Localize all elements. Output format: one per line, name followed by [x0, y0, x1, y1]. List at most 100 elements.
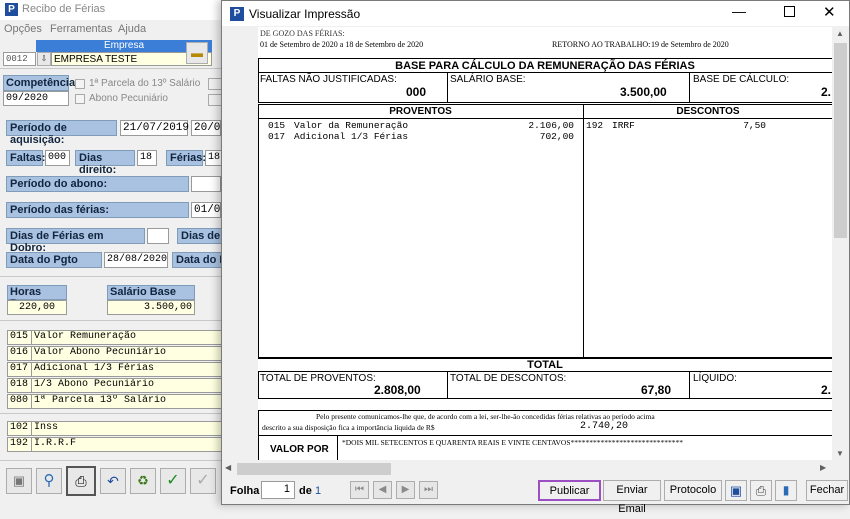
vertical-scrollbar[interactable]: ▲ ▼: [832, 27, 849, 461]
list-item[interactable]: 018 1/3 Abono Pecuniário: [7, 378, 223, 393]
faltas-label: Faltas:: [6, 150, 45, 166]
close-icon[interactable]: ✕: [823, 3, 836, 21]
horas-base-label: Horas Base: [7, 285, 67, 310]
dias-direito-field[interactable]: 18: [137, 150, 157, 166]
print-icon[interactable]: ⎙: [66, 466, 96, 496]
publicar-button[interactable]: Publicar: [538, 480, 601, 501]
scroll-left-icon[interactable]: ◀: [225, 463, 231, 472]
periodo-aquisicao-fim[interactable]: 20/07: [191, 120, 227, 136]
data-pgto-field[interactable]: 28/08/2020: [104, 252, 168, 268]
valor-por-label: VALOR POR: [270, 444, 329, 455]
valor-por-text: *DOIS MIL SETECENTOS E QUARENTA REAIS E …: [342, 438, 684, 447]
menu-ferramentas[interactable]: Ferramentas: [50, 23, 112, 35]
list-item[interactable]: 017 Adicional 1/3 Férias: [7, 362, 223, 377]
item-desc: 1ª Parcela 13º Salário: [32, 394, 223, 409]
periodo-abono-field[interactable]: [191, 176, 221, 192]
item-code: 192: [586, 120, 604, 131]
item-value: 702,00: [539, 131, 574, 142]
list-item: 192 IRRF 7,50: [586, 120, 766, 131]
search-icon[interactable]: ⚲: [36, 468, 62, 494]
total-prov-label: TOTAL DE PROVENTOS:: [260, 373, 376, 384]
list-item[interactable]: 080 1ª Parcela 13º Salário: [7, 394, 223, 409]
salario-base-field[interactable]: 3.500,00: [107, 300, 195, 315]
divider: [0, 460, 230, 461]
dias-dobro-field[interactable]: [147, 228, 169, 244]
first-page-icon[interactable]: ⏮: [350, 481, 369, 499]
retorno-value: 19 de Setembro de 2020: [651, 40, 729, 49]
scroll-down-icon[interactable]: ▼: [836, 449, 844, 458]
scroll-up-icon[interactable]: ▲: [836, 29, 844, 38]
empresa-code[interactable]: 0012: [3, 52, 36, 66]
item-desc: Valor da Remuneração: [294, 120, 409, 131]
prev-page-icon[interactable]: ◀: [373, 481, 392, 499]
checkbox-13-salario[interactable]: [75, 79, 85, 89]
list-item[interactable]: 192 I.R.R.F: [7, 437, 223, 452]
empresa-dropdown-icon[interactable]: ⇩: [37, 52, 51, 66]
item-code: 016: [7, 346, 32, 361]
list-item[interactable]: 016 Valor Abono Pecuniário: [7, 346, 223, 361]
open-folder-icon[interactable]: ▬: [186, 42, 208, 64]
hscroll-thumb[interactable]: [237, 463, 391, 475]
list-item: 017 Adicional 1/3 Férias 702,00: [268, 131, 578, 142]
faltas-label: FALTAS NÃO JUSTIFICADAS:: [260, 74, 397, 85]
proventos-title: PROVENTOS: [389, 106, 452, 117]
check-icon[interactable]: ✓: [190, 468, 216, 494]
save-icon[interactable]: ▣: [6, 468, 32, 494]
checkbox-abono[interactable]: [75, 94, 85, 104]
item-desc: IRRF: [612, 120, 635, 131]
save-icon[interactable]: ▣: [725, 480, 747, 501]
list-item[interactable]: 015 Valor Remuneração: [7, 330, 223, 345]
item-code: 102: [7, 421, 32, 436]
item-value: 7,50: [743, 120, 766, 131]
item-value: 2.106,00: [528, 120, 574, 131]
trash-icon[interactable]: ♻: [130, 468, 156, 494]
print-icon[interactable]: ⎙: [750, 480, 772, 501]
horizontal-scrollbar[interactable]: ◀ ▶: [222, 461, 832, 477]
competencia-label: Competência: [3, 75, 75, 91]
hline: [258, 435, 832, 436]
list-item: 015 Valor da Remuneração 2.106,00: [268, 120, 578, 131]
competencia-field[interactable]: 09/2020: [3, 91, 69, 106]
scroll-thumb[interactable]: [834, 43, 847, 238]
list-item[interactable]: 102 Inss: [7, 421, 223, 436]
enviar-email-button[interactable]: Enviar Email: [603, 480, 661, 515]
ferias-label: Férias:: [166, 150, 206, 166]
fechar-button[interactable]: Fechar: [806, 480, 848, 501]
confirm-icon[interactable]: ✓: [160, 468, 186, 494]
minimize-icon[interactable]: —: [732, 3, 746, 19]
liquido-value: 2.: [821, 383, 832, 397]
de-label: de: [299, 485, 312, 497]
item-desc: Valor Remuneração: [32, 330, 223, 345]
next-page-icon[interactable]: ▶: [396, 481, 415, 499]
total-prov-value: 2.808,00: [374, 383, 421, 397]
maximize-icon[interactable]: [784, 6, 795, 17]
page-input[interactable]: 1: [261, 481, 295, 499]
vline: [689, 72, 690, 103]
periodo-ferias-field[interactable]: 01/09: [191, 202, 227, 218]
preview-document: DE GOZO DAS FÉRIAS: 01 de Setembro de 20…: [258, 27, 832, 460]
checkbox-13-label: 1ª Parcela do 13º Salário: [89, 78, 201, 89]
horas-base-field[interactable]: 220,00: [7, 300, 67, 315]
protocolo-button[interactable]: Protocolo: [664, 480, 722, 501]
last-page-icon[interactable]: ⏭: [419, 481, 438, 499]
export-icon[interactable]: ▮: [775, 480, 797, 501]
faltas-field[interactable]: 000: [45, 150, 70, 166]
menu-opcoes[interactable]: Opções: [4, 23, 42, 35]
scroll-right-icon[interactable]: ▶: [820, 463, 826, 472]
fg-title: Visualizar Impressão: [249, 7, 361, 21]
base-calc-label: BASE DE CÁLCULO:: [693, 74, 790, 85]
data-pgto-label: Data do Pgto: [6, 252, 102, 268]
item-code: 018: [7, 378, 32, 393]
undo-icon[interactable]: ↶: [100, 468, 126, 494]
menu-ajuda[interactable]: Ajuda: [118, 23, 146, 35]
divider: [0, 276, 230, 277]
item-code: 080: [7, 394, 32, 409]
divider: [0, 413, 230, 414]
base-title: BASE PARA CÁLCULO DA REMUNERAÇÃO DAS FÉR…: [395, 60, 695, 72]
base-calc-value: 2.: [821, 85, 832, 99]
app-icon: P: [5, 3, 18, 16]
periodo-aquisicao-inicio[interactable]: 21/07/2019: [120, 120, 189, 136]
divider: [0, 320, 230, 321]
item-desc: Adicional 1/3 Férias: [32, 362, 223, 377]
liquido-label: LÍQUIDO:: [693, 373, 737, 384]
